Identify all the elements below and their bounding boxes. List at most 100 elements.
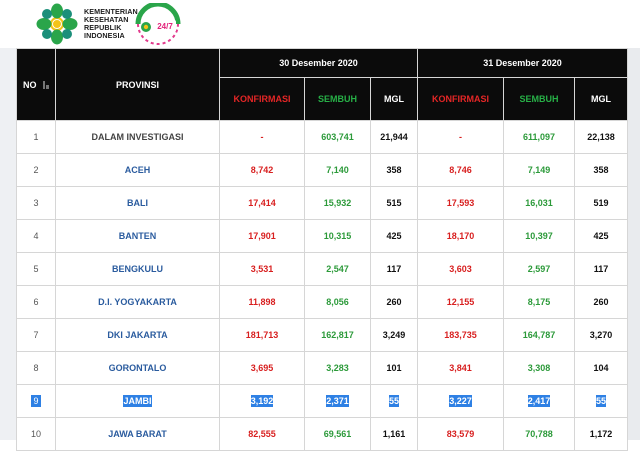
date-group-header: 31 Desember 2020 [417, 48, 629, 78]
table-row: 2 ACEH 8,742 7,140 358 8,746 7,149 358 [16, 153, 629, 187]
konfirmasi-cell: 181,713 [219, 318, 305, 352]
table-row-selected: 9 JAMBI 3,192 2,371 55 3,227 2,417 55 [16, 384, 629, 418]
province-name[interactable]: BANTEN [55, 219, 220, 253]
mgl-cell: 260 [369, 285, 419, 319]
logo-line: INDONESIA [84, 31, 125, 40]
col-sembuh-header[interactable]: SEMBUH [503, 77, 576, 121]
sembuh-cell: 603,741 [304, 120, 371, 154]
konfirmasi-cell: 82,555 [219, 417, 305, 451]
province-name[interactable]: D.I. YOGYAKARTA [55, 285, 220, 319]
selected-text: 55 [389, 395, 400, 407]
konfirmasi-cell: 12,155 [417, 285, 505, 319]
sembuh-cell: 8,056 [304, 285, 371, 319]
konfirmasi-cell: 3,695 [219, 351, 305, 385]
selected-text: 2,417 [527, 395, 551, 407]
row-number: 4 [16, 219, 56, 253]
mgl-cell: 515 [369, 186, 419, 220]
province-name[interactable]: DKI JAKARTA [55, 318, 220, 352]
sembuh-cell: 10,397 [503, 219, 576, 253]
sembuh-cell: 2,371 [304, 384, 371, 418]
sembuh-cell: 69,561 [304, 417, 371, 451]
konfirmasi-cell: 3,531 [219, 252, 305, 286]
sembuh-cell: 7,149 [503, 153, 576, 187]
col-sembuh-header[interactable]: SEMBUH [304, 77, 371, 121]
province-name[interactable]: DALAM INVESTIGASI [55, 120, 220, 154]
table-row: 5 BENGKULU 3,531 2,547 117 3,603 2,597 1… [16, 252, 629, 286]
mgl-cell: 1,172 [574, 417, 629, 451]
province-name[interactable]: GORONTALO [55, 351, 220, 385]
mgl-cell: 425 [574, 219, 629, 253]
mgl-cell: 3,249 [369, 318, 419, 352]
table-row: 8 GORONTALO 3,695 3,283 101 3,841 3,308 … [16, 351, 629, 385]
konfirmasi-cell: 8,742 [219, 153, 305, 187]
covid-province-table: NO PROVINSI 30 Desember 2020 31 Desember… [16, 48, 629, 451]
mgl-cell: 519 [574, 186, 629, 220]
row-number: 9 [16, 384, 56, 418]
sembuh-cell: 8,175 [503, 285, 576, 319]
mgl-cell: 358 [574, 153, 629, 187]
pusat-krisis-logo-icon[interactable]: 24/7 [132, 3, 184, 45]
sembuh-cell: 611,097 [503, 120, 576, 154]
konfirmasi-cell: 17,901 [219, 219, 305, 253]
scrollbar-track[interactable] [626, 48, 640, 440]
sembuh-cell: 3,283 [304, 351, 371, 385]
konfirmasi-cell: 3,841 [417, 351, 505, 385]
konfirmasi-cell: 17,414 [219, 186, 305, 220]
konfirmasi-cell: 3,227 [417, 384, 505, 418]
date-group-header: 30 Desember 2020 [218, 48, 419, 78]
mgl-cell: 260 [574, 285, 629, 319]
sembuh-cell: 2,597 [503, 252, 576, 286]
konfirmasi-cell: 17,593 [417, 186, 505, 220]
sort-icon[interactable] [43, 80, 49, 89]
sembuh-cell: 2,417 [503, 384, 576, 418]
province-name[interactable]: ACEH [55, 153, 220, 187]
selected-text: 9 [31, 395, 41, 407]
konfirmasi-cell: 18,170 [417, 219, 505, 253]
selected-text: 3,192 [250, 395, 274, 407]
mgl-cell: 104 [574, 351, 629, 385]
province-name[interactable]: JAWA BARAT [55, 417, 220, 451]
province-name[interactable]: JAMBI [55, 384, 220, 418]
mgl-cell: 358 [369, 153, 419, 187]
mgl-cell: 55 [574, 384, 629, 418]
col-provinsi-header[interactable]: PROVINSI [55, 48, 220, 121]
mgl-cell: 1,161 [369, 417, 419, 451]
province-name[interactable]: BENGKULU [55, 252, 220, 286]
konfirmasi-cell: 11,898 [219, 285, 305, 319]
col-mgl-header[interactable]: MGL [369, 77, 419, 121]
selected-text[interactable]: JAMBI [123, 395, 152, 407]
col-no-label: NO [22, 79, 37, 90]
province-name[interactable]: BALI [55, 186, 220, 220]
mgl-cell: 117 [369, 252, 419, 286]
sembuh-cell: 2,547 [304, 252, 371, 286]
table-row: 10 JAWA BARAT 82,555 69,561 1,161 83,579… [16, 417, 629, 451]
selected-text: 2,371 [326, 395, 349, 407]
row-number: 10 [16, 417, 56, 451]
sembuh-cell: 70,788 [503, 417, 576, 451]
col-konfirmasi-header[interactable]: KONFIRMASI [417, 77, 505, 121]
sembuh-cell: 162,817 [304, 318, 371, 352]
konfirmasi-cell: - [219, 120, 305, 154]
konfirmasi-cell: 183,735 [417, 318, 505, 352]
konfirmasi-cell: 83,579 [417, 417, 505, 451]
sembuh-cell: 16,031 [503, 186, 576, 220]
table-row: 1 DALAM INVESTIGASI - 603,741 21,944 - 6… [16, 120, 629, 154]
mgl-cell: 3,270 [574, 318, 629, 352]
col-no-header[interactable]: NO [16, 48, 56, 121]
sembuh-cell: 15,932 [304, 186, 371, 220]
col-konfirmasi-header[interactable]: KONFIRMASI [219, 77, 305, 121]
col-mgl-header[interactable]: MGL [574, 77, 629, 121]
row-number: 6 [16, 285, 56, 319]
badge-text: 24/7 [157, 22, 173, 31]
mgl-cell: 55 [369, 384, 419, 418]
selected-text: 3,227 [449, 395, 472, 407]
konfirmasi-cell: 3,192 [219, 384, 305, 418]
table-row: 4 BANTEN 17,901 10,315 425 18,170 10,397… [16, 219, 629, 253]
row-number: 8 [16, 351, 56, 385]
mgl-cell: 101 [369, 351, 419, 385]
kemenkes-logo-icon[interactable] [34, 3, 80, 45]
mgl-cell: 117 [574, 252, 629, 286]
table-row: 7 DKI JAKARTA 181,713 162,817 3,249 183,… [16, 318, 629, 352]
konfirmasi-cell: 3,603 [417, 252, 505, 286]
kemenkes-wordmark: KEMENTERIAN KESEHATAN REPUBLIK INDONESIA [84, 8, 138, 40]
